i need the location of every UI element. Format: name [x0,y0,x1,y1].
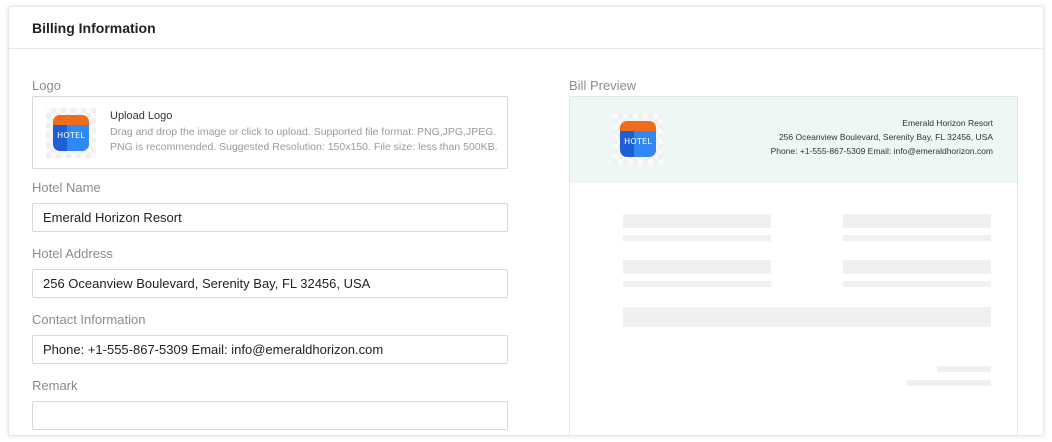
placeholder-bar [623,281,771,287]
bill-preview: HOTEL Emerald Horizon Resort 256 Oceanvi… [569,96,1018,435]
placeholder-bar [843,260,991,274]
logo-upload-dropzone[interactable]: HOTEL Upload Logo Drag and drop the imag… [32,96,508,169]
placeholder-bar [623,260,771,274]
panel-header: Billing Information [9,7,1043,49]
placeholder-bar [937,366,991,372]
hotel-logo-icon: HOTEL [53,114,89,151]
upload-text: Upload Logo Drag and drop the image or c… [110,110,498,155]
placeholder-bar [623,214,771,228]
preview-logo-thumbnail: HOTEL [613,114,663,164]
upload-hint-line2: PNG is recommended. Suggested Resolution… [110,141,498,153]
placeholder-bar [843,214,991,228]
remark-input[interactable] [32,401,508,430]
placeholder-bar [623,235,771,241]
bill-preview-label: Bill Preview [569,78,637,93]
placeholder-bar [843,235,991,241]
hotel-name-input[interactable]: Emerald Horizon Resort [32,203,508,232]
preview-hotel-logo-text: HOTEL [624,137,652,146]
hotel-logo-text: HOTEL [57,130,85,140]
contact-information-input[interactable]: Phone: +1-555-867-5309 Email: info@emera… [32,335,508,364]
billing-information-panel: Billing Information Logo HOTEL Upload Lo… [8,6,1044,436]
placeholder-bar [843,281,991,287]
preview-hotel-info: Emerald Horizon Resort 256 Oceanview Bou… [771,116,993,158]
preview-hotel-address: 256 Oceanview Boulevard, Serenity Bay, F… [778,132,993,142]
logo-thumbnail: HOTEL [46,107,96,158]
hotel-name-label: Hotel Name [32,180,101,195]
bill-preview-header: HOTEL Emerald Horizon Resort 256 Oceanvi… [570,97,1017,183]
panel-title: Billing Information [32,19,156,36]
placeholder-bar [623,307,991,327]
logo-label: Logo [32,78,61,93]
upload-hint-line1: Drag and drop the image or click to uplo… [110,126,497,138]
hotel-address-input[interactable]: 256 Oceanview Boulevard, Serenity Bay, F… [32,269,508,298]
preview-hotel-logo-icon: HOTEL [620,121,656,157]
placeholder-bar [907,380,991,386]
contact-information-label: Contact Information [32,312,146,327]
preview-hotel-name: Emerald Horizon Resort [902,118,993,128]
preview-contact: Phone: +1-555-867-5309 Email: info@emera… [770,146,993,156]
hotel-address-label: Hotel Address [32,246,113,261]
upload-logo-link[interactable]: Upload Logo [110,110,498,122]
remark-label: Remark [32,378,78,393]
